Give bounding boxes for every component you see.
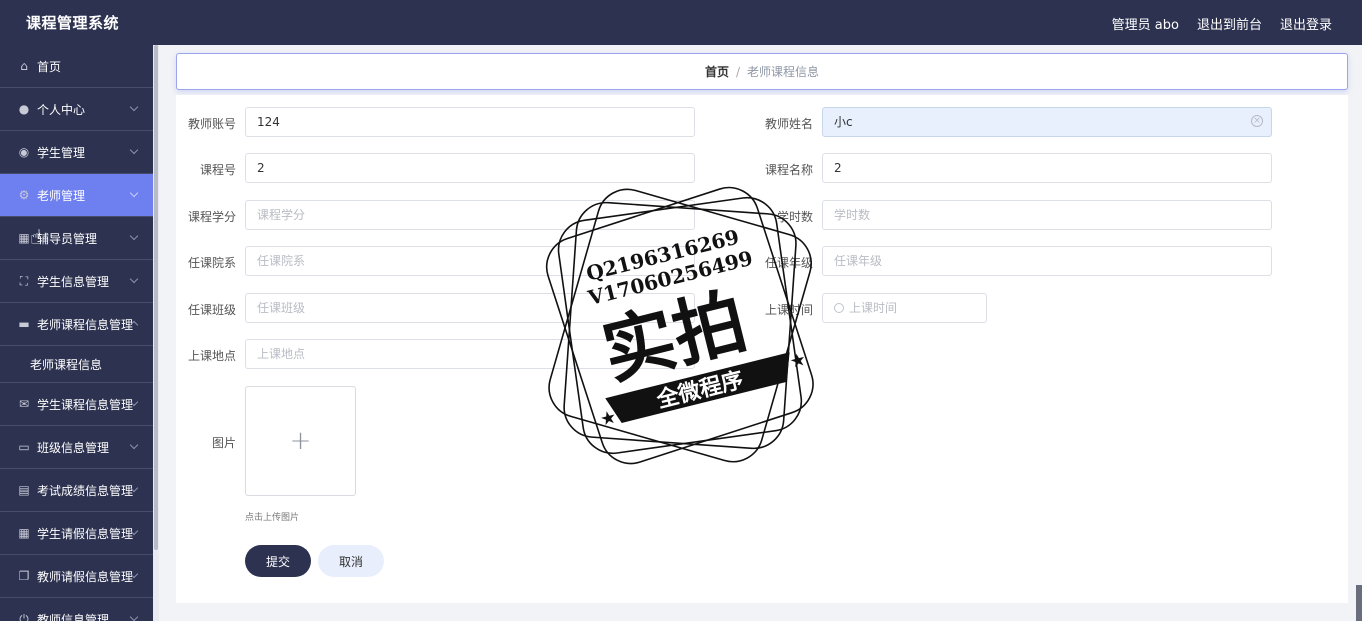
sidebar-subitem-label: 老师课程信息 — [30, 357, 103, 372]
hours-input[interactable]: 学时数 — [822, 200, 1272, 230]
upload-tip: 点击上传图片 — [245, 513, 300, 523]
hours-label: 学时数 — [776, 210, 813, 224]
dept-input[interactable]: 任课院系 — [245, 246, 695, 276]
sidebar-item-label: 学生信息管理 — [37, 274, 110, 289]
breadcrumb-current: 老师课程信息 — [747, 65, 820, 79]
sidebar-item-label: 考试成绩信息管理 — [37, 483, 134, 498]
sidebar-item-label: 个人中心 — [37, 102, 86, 117]
user-label: 管理员 abo — [1111, 18, 1179, 33]
sidebar-item-label: 教师信息管理 — [37, 612, 110, 621]
sidebar-item-teacher-course-info[interactable]: ▬ 老师课程信息管理 — [0, 303, 153, 346]
image-label: 图片 — [211, 436, 236, 450]
chevron-down-icon — [129, 188, 139, 198]
place-label: 上课地点 — [187, 349, 236, 363]
sidebar-item-label: 老师课程信息管理 — [37, 317, 134, 332]
cancel-button[interactable]: 取消 — [318, 545, 384, 577]
image-upload[interactable]: + — [245, 386, 356, 496]
sidebar-item-label: 辅导员管理 — [37, 231, 98, 246]
sidebar-item-student-leave-info[interactable]: ▦ 学生请假信息管理 — [0, 512, 153, 555]
course-no-input[interactable]: 2 — [245, 153, 695, 183]
location-icon: ◉ — [18, 145, 30, 159]
sidebar-item-personal-center[interactable]: ● 个人中心 — [0, 88, 153, 131]
teacher-name-input[interactable]: 小c × — [822, 107, 1272, 137]
course-name-input[interactable]: 2 — [822, 153, 1272, 183]
sidebar-item-label: 学生管理 — [37, 145, 86, 160]
grade-label: 任课年级 — [764, 256, 813, 270]
sidebar-item-label: 老师管理 — [37, 188, 86, 203]
chevron-down-icon — [129, 231, 139, 241]
sidebar-item-teacher-info[interactable]: ⏻ 教师信息管理 — [0, 598, 153, 621]
time-picker[interactable]: 上课时间 — [822, 293, 987, 323]
sidebar: ⌂ 首页 ● 个人中心 ◉ 学生管理 ⚙ 老师管理 ▦ 辅导员管理 ⛶ 学生信息… — [0, 45, 153, 621]
time-label: 上课时间 — [764, 303, 813, 317]
main-content: 首页 / 老师课程信息 教师账号 124 教师姓名 小c × 课程号 2 课程名… — [159, 45, 1362, 621]
clock-icon — [834, 303, 844, 313]
sidebar-item-teacher-leave-info[interactable]: ❐ 教师请假信息管理 — [0, 555, 153, 598]
teacher-account-label: 教师账号 — [187, 117, 236, 131]
course-no-label: 课程号 — [199, 163, 236, 177]
copy-icon: ❐ — [18, 569, 30, 583]
breadcrumb-separator: / — [735, 64, 741, 79]
back-to-front-link[interactable]: 退出到前台 — [1197, 14, 1262, 33]
hand-cursor-icon: ☝ — [30, 225, 43, 249]
chevron-down-icon — [129, 612, 139, 621]
course-form: 教师账号 124 教师姓名 小c × 课程号 2 课程名称 2 课程学分 课程学… — [176, 95, 1348, 603]
breadcrumb-home[interactable]: 首页 — [705, 63, 729, 80]
sidebar-item-home[interactable]: ⌂ 首页 — [0, 45, 153, 88]
document-icon: ▤ — [18, 483, 30, 497]
logout-link[interactable]: 退出登录 — [1280, 14, 1332, 33]
sidebar-item-label: 首页 — [37, 59, 62, 74]
app-title: 课程管理系统 — [26, 14, 120, 32]
grade-input[interactable]: 任课年级 — [822, 246, 1272, 276]
chevron-down-icon — [129, 102, 139, 112]
credits-label: 课程学分 — [187, 210, 236, 224]
sidebar-item-exam-score-info[interactable]: ▤ 考试成绩信息管理 — [0, 469, 153, 512]
teacher-account-input[interactable]: 124 — [245, 107, 695, 137]
monitor-icon: ▭ — [18, 440, 30, 454]
window-edge — [1356, 585, 1362, 621]
message-icon: ✉ — [18, 397, 30, 411]
dept-label: 任课院系 — [187, 256, 236, 270]
place-input[interactable]: 上课地点 — [245, 339, 695, 369]
sidebar-item-label: 学生请假信息管理 — [37, 526, 134, 541]
plus-icon: + — [289, 426, 312, 456]
course-name-label: 课程名称 — [764, 163, 813, 177]
scrollbar-thumb[interactable] — [154, 45, 158, 550]
class-input[interactable]: 任课班级 — [245, 293, 695, 323]
teacher-name-label: 教师姓名 — [764, 117, 813, 131]
user-icon: ● — [18, 102, 30, 116]
sidebar-item-label: 教师请假信息管理 — [37, 569, 134, 584]
time-placeholder: 上课时间 — [849, 301, 898, 315]
sidebar-item-label: 班级信息管理 — [37, 440, 110, 455]
fullscreen-icon: ⛶ — [19, 273, 29, 288]
sidebar-item-counselor-manage[interactable]: ▦ 辅导员管理 — [0, 217, 153, 260]
sidebar-item-student-course-info[interactable]: ✉ 学生课程信息管理 — [0, 383, 153, 426]
sidebar-item-student-manage[interactable]: ◉ 学生管理 — [0, 131, 153, 174]
chevron-down-icon — [129, 440, 139, 450]
submit-button[interactable]: 提交 — [245, 545, 311, 577]
sidebar-item-teacher-manage[interactable]: ⚙ 老师管理 — [0, 174, 153, 217]
sidebar-item-class-info[interactable]: ▭ 班级信息管理 — [0, 426, 153, 469]
home-icon: ⌂ — [20, 59, 28, 73]
chevron-down-icon — [129, 145, 139, 155]
sidebar-item-label: 学生课程信息管理 — [37, 397, 134, 412]
header-actions: 管理员 abo 退出到前台 退出登录 — [1112, 14, 1332, 33]
sidebar-item-student-info[interactable]: ⛶ 学生信息管理 — [0, 260, 153, 303]
briefcase-icon: ▬ — [18, 317, 30, 331]
clear-icon[interactable]: × — [1251, 115, 1263, 127]
grid-icon: ▦ — [18, 231, 30, 245]
teacher-name-value: 小c — [834, 115, 853, 129]
chevron-down-icon — [129, 274, 139, 284]
credits-input[interactable]: 课程学分 — [245, 200, 695, 230]
power-icon: ⏻ — [19, 611, 29, 621]
breadcrumb: 首页 / 老师课程信息 — [176, 53, 1348, 90]
setting-icon: ⚙ — [18, 188, 30, 202]
top-header: 课程管理系统 管理员 abo 退出到前台 退出登录 — [0, 0, 1362, 45]
sidebar-subitem-teacher-course[interactable]: 老师课程信息 — [0, 346, 153, 383]
class-label: 任课班级 — [187, 303, 236, 317]
grid-icon: ▦ — [18, 526, 30, 540]
